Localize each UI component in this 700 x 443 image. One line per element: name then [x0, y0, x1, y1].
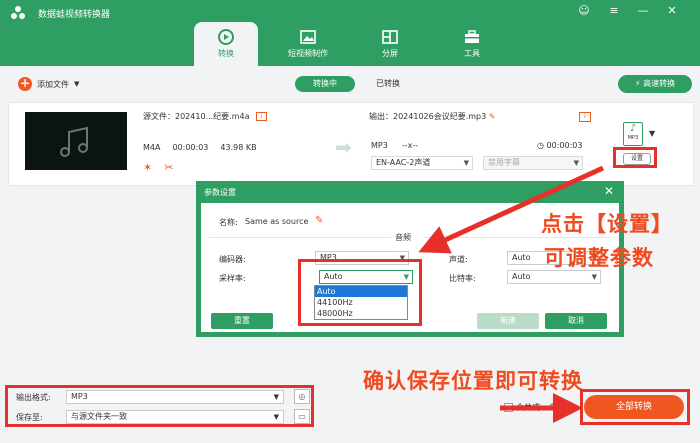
output-filename: 输出：20241026会议纪要.mp3 ✎	[369, 111, 495, 122]
section-audio: 音频	[395, 233, 411, 242]
file-thumbnail[interactable]	[25, 112, 127, 170]
arrow-right-icon: ➡	[335, 135, 352, 159]
highlight-output	[5, 385, 314, 427]
samplerate-label: 采样率:	[219, 274, 246, 283]
format-icon-label: MP3	[627, 135, 639, 141]
highlight-samplerate	[298, 259, 422, 326]
chevron-down-icon: ▼	[573, 159, 579, 167]
short-video-icon	[300, 30, 316, 44]
scissors-icon[interactable]: ✂	[164, 161, 173, 174]
output-format-icon[interactable]: ♪ MP3	[623, 122, 643, 146]
channel-label: 声道:	[449, 255, 468, 264]
convert-icon	[218, 29, 234, 45]
lightning-icon: ⚡	[634, 79, 641, 88]
tab-label: 工具	[464, 49, 480, 58]
tab-split-screen[interactable]: 分屏	[358, 22, 422, 66]
menu-icon[interactable]: ≡	[607, 4, 621, 17]
tab-tools[interactable]: 工具	[440, 22, 504, 66]
bitrate-select[interactable]: Auto ▼	[507, 270, 601, 284]
source-meta: M4A 00:00:03 43.98 KB	[143, 143, 257, 152]
source-format: M4A	[143, 143, 161, 152]
info-icon[interactable]: i	[256, 112, 268, 121]
divider	[209, 237, 391, 238]
edit-pen-icon[interactable]: ✎	[315, 215, 323, 226]
tab-converted[interactable]: 已转换	[363, 76, 413, 92]
split-screen-icon	[382, 30, 398, 44]
highlight-settings	[613, 147, 657, 168]
output-label: 输出：20241026会议纪要.mp3	[369, 112, 487, 121]
plus-icon: +	[18, 76, 32, 91]
bitrate-value: Auto	[512, 272, 531, 281]
cancel-button[interactable]: 取消	[545, 313, 607, 329]
add-file-button[interactable]: + 添加文件 ▼	[18, 77, 79, 91]
app-title: 数据蛙视频转换器	[38, 10, 111, 20]
feedback-icon[interactable]: ☺	[577, 4, 591, 17]
annotation-settings-2: 可调整参数	[544, 246, 654, 270]
output-resolution: --x--	[401, 141, 419, 150]
chevron-down-icon: ▼	[463, 159, 469, 167]
app-header: 数据蛙视频转换器 ☺ ≡ — ✕ 转换 短视频制作 分屏 工具	[0, 0, 700, 66]
dialog-title: 参数设置	[204, 188, 236, 197]
info-output-icon[interactable]: i	[579, 112, 591, 122]
merge-option[interactable]: 合并成一个文件	[504, 402, 572, 413]
output-duration-value: 00:00:03	[546, 141, 583, 150]
fast-convert-button[interactable]: ⚡ 高速转换	[618, 75, 692, 93]
source-filename: 源文件：202410...纪要.m4a i	[143, 111, 268, 122]
add-file-label: 添加文件	[37, 79, 69, 89]
channel-value: Auto	[512, 253, 531, 262]
annotation-save: 确认保存位置即可转换	[363, 369, 583, 393]
tab-short-video[interactable]: 短视频制作	[276, 22, 340, 66]
subtitle-value: 禁用字幕	[488, 158, 520, 167]
file-item: 源文件：202410...纪要.m4a i M4A 00:00:03 43.98…	[8, 102, 694, 186]
subtitle-select[interactable]: 禁用字幕 ▼	[483, 156, 583, 170]
encoder-label: 编码器:	[219, 255, 246, 264]
edit-tools: ✶ ✂	[143, 161, 173, 174]
highlight-convert	[580, 389, 690, 425]
bitrate-label: 比特率:	[449, 274, 476, 283]
minimize-button[interactable]: —	[636, 4, 650, 17]
music-note-icon	[60, 126, 88, 157]
output-format: MP3	[371, 141, 388, 150]
toolbox-icon	[465, 30, 479, 43]
tab-convert[interactable]: 转换	[194, 22, 258, 66]
fast-convert-label: 高速转换	[643, 79, 676, 88]
source-label: 源文件：202410...纪要.m4a	[143, 112, 250, 121]
format-dropdown-icon[interactable]: ▼	[649, 129, 655, 138]
tab-converting[interactable]: 转换中	[295, 76, 355, 92]
merge-checkbox[interactable]	[504, 403, 513, 412]
edit-pen-icon[interactable]: ✎	[489, 112, 496, 121]
close-button[interactable]: ✕	[665, 4, 679, 17]
toolbar: + 添加文件 ▼ 转换中 已转换 ⚡ 高速转换	[8, 72, 694, 98]
chevron-down-icon[interactable]: ▼	[74, 80, 79, 88]
reset-button[interactable]: 重置	[211, 313, 273, 329]
output-duration: ◷ 00:00:03	[537, 141, 582, 150]
name-value: Same as source	[245, 217, 309, 226]
annotation-settings-1: 点击【设置】	[541, 212, 673, 236]
merge-label: 合并成一个文件	[516, 403, 572, 412]
chevron-down-icon: ▼	[591, 273, 597, 281]
name-label: 名称:	[219, 218, 238, 227]
new-button[interactable]: 新建	[477, 313, 539, 329]
clock-icon: ◷	[537, 141, 544, 150]
audio-track-value: EN-AAC-2声道	[376, 158, 431, 167]
source-size: 43.98 KB	[220, 143, 257, 152]
app-window: 数据蛙视频转换器 ☺ ≡ — ✕ 转换 短视频制作 分屏 工具 + 添加文件 ▼…	[0, 0, 700, 443]
tab-label: 分屏	[382, 49, 398, 58]
tab-label: 转换	[218, 49, 234, 58]
magic-wand-icon[interactable]: ✶	[143, 161, 152, 174]
source-duration: 00:00:03	[172, 143, 209, 152]
audio-track-select[interactable]: EN-AAC-2声道 ▼	[371, 156, 473, 170]
music-note-icon: ♪	[629, 123, 637, 134]
close-icon[interactable]: ✕	[604, 184, 614, 198]
app-logo-icon	[11, 6, 25, 19]
tab-label: 短视频制作	[288, 49, 328, 58]
